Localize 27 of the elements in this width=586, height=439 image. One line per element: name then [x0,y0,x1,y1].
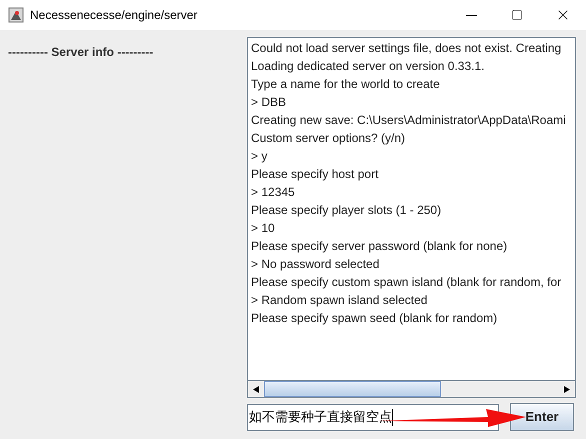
window-title: Necessenecesse/engine/server [30,7,198,24]
console-line: > 10 [251,220,276,237]
console-line: > No password selected [251,256,380,273]
console-line: > y [251,148,268,165]
input-field[interactable]: 如不需要种子直接留空点 [247,404,499,430]
console-line: > DBB [251,94,288,111]
maximize-icon [511,9,523,21]
console-line: Please specify server password (blank for none) [251,238,508,255]
scroll-left-icon[interactable] [253,386,259,392]
console-line: Please specify host port [251,166,380,183]
scroll-right-icon[interactable] [564,386,570,392]
console-line: Creating new save: C:\Users\Administrator\AppData\Roami [251,112,567,129]
console-line: > 12345 [251,184,296,201]
minimize-icon [466,14,476,16]
console-line: Custom server options? (y/n) [251,130,406,147]
console-line: > Random spawn island selected [251,292,428,309]
server-info-heading: ---------- Server info --------- [8,45,154,59]
console-line: Could not load server settings file, does not exist. Creating [251,40,562,57]
console-line: Loading dedicated server on version 0.33.1. [251,58,486,75]
console-line: Please specify custom spawn island (blank for random, for [251,274,562,291]
enter-button[interactable]: Enter [510,403,574,431]
console-line: Please specify player slots (1 - 250) [251,202,442,219]
horizontal-scrollbar[interactable] [247,380,576,398]
app-icon [8,7,24,23]
console-line: Type a name for the world to create [251,76,441,93]
scrollbar-thumb[interactable] [264,381,441,397]
console-line: Please specify spawn seed (blank for random) [251,310,498,327]
